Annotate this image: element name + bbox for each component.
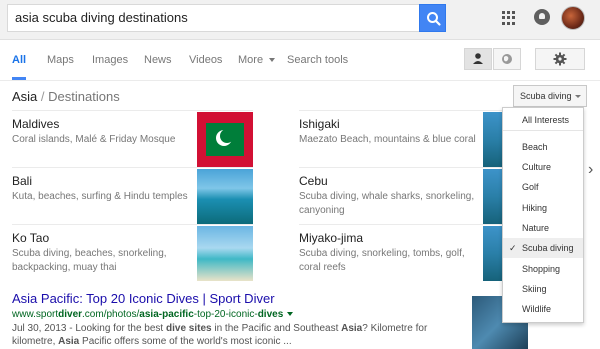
dropdown-item-shopping[interactable]: Shopping xyxy=(503,259,583,279)
miyako-jima-photo xyxy=(483,226,503,281)
cebu-photo xyxy=(483,169,503,224)
dropdown-item-all-interests[interactable]: All Interests xyxy=(503,110,583,130)
destination-name: Maldives xyxy=(12,117,60,131)
tab-more[interactable]: More xyxy=(238,54,276,66)
avatar[interactable] xyxy=(561,6,585,30)
dropdown-item-beach[interactable]: Beach xyxy=(503,137,583,157)
destination-card-bali[interactable]: Bali Kuta, beaches, surfing & Hindu temp… xyxy=(12,167,253,224)
snippet-text: Pacific offers some of the world's most … xyxy=(79,336,292,347)
dropdown-item-culture[interactable]: Culture xyxy=(503,157,583,177)
dropdown-item-golf[interactable]: Golf xyxy=(503,177,583,197)
destination-name: Ishigaki xyxy=(299,117,340,131)
snippet-text: Looking for the best xyxy=(75,323,166,334)
bali-photo xyxy=(197,169,253,224)
breadcrumb: Asia / Destinations xyxy=(12,89,120,104)
dropdown-divider xyxy=(503,130,583,131)
interest-select-value: Scuba diving xyxy=(520,91,572,101)
destination-desc: Scuba diving, whale sharks, snorkeling, … xyxy=(299,191,475,216)
destination-desc: Scuba diving, beaches, snorkeling, backp… xyxy=(12,248,167,273)
tab-news[interactable]: News xyxy=(144,54,172,66)
url-bold: diver xyxy=(58,309,83,320)
destination-desc: Scuba diving, snorkeling, tombs, golf, c… xyxy=(299,248,465,273)
search-icon xyxy=(427,12,441,26)
dropdown-item-scuba-diving[interactable]: ✓ Scuba diving xyxy=(503,238,583,258)
dropdown-item-wildlife[interactable]: Wildlife xyxy=(503,299,583,319)
chevron-right-icon[interactable]: › xyxy=(588,162,600,178)
interest-select[interactable]: Scuba diving xyxy=(513,85,587,107)
tab-videos[interactable]: Videos xyxy=(189,54,222,66)
google-search-page: { "search": {"query": "asia scuba diving… xyxy=(0,0,600,349)
global-results-button[interactable] xyxy=(493,48,521,70)
settings-button[interactable] xyxy=(535,48,585,70)
url-part: www.sport xyxy=(12,309,59,320)
active-tab-indicator xyxy=(12,77,26,80)
breadcrumb-separator: / xyxy=(40,89,45,104)
dropdown-item-hiking[interactable]: Hiking xyxy=(503,198,583,218)
person-icon xyxy=(473,53,483,64)
notifications-icon[interactable] xyxy=(534,9,550,25)
dropdown-item-label: Scuba diving xyxy=(522,243,574,253)
search-button[interactable] xyxy=(419,4,446,32)
checkmark-icon: ✓ xyxy=(509,243,517,253)
result-url: www.sportdiver.com/photos/asia-pacific-t… xyxy=(12,309,294,320)
url-bold: asia-pacific xyxy=(139,309,194,320)
dropdown-item-nature[interactable]: Nature xyxy=(503,218,583,238)
snippet-bold: Asia xyxy=(58,336,80,347)
tab-more-label: More xyxy=(238,54,264,66)
destination-card-ko-tao[interactable]: Ko Tao Scuba diving, beaches, snorkeling… xyxy=(12,224,253,281)
search-input[interactable]: asia scuba diving destinations xyxy=(7,4,419,32)
tab-all[interactable]: All xyxy=(12,54,26,66)
breadcrumb-current: Destinations xyxy=(48,89,120,104)
personal-results-button[interactable] xyxy=(464,48,492,70)
dropdown-item-skiing[interactable]: Skiing xyxy=(503,279,583,299)
destination-name: Bali xyxy=(12,174,33,188)
chevron-down-icon xyxy=(269,58,276,63)
snippet-text: in the Pacific and Southeast xyxy=(211,323,342,334)
destination-desc: Coral islands, Malé & Friday Mosque xyxy=(12,134,176,145)
apps-grid-icon[interactable] xyxy=(502,11,516,25)
snippet-date: Jul 30, 2013 - xyxy=(12,323,76,334)
top-bar: asia scuba diving destinations xyxy=(0,0,600,40)
breadcrumb-root[interactable]: Asia xyxy=(12,89,37,104)
result-title-link[interactable]: Asia Pacific: Top 20 Iconic Dives | Spor… xyxy=(12,291,275,306)
ishigaki-photo xyxy=(483,112,503,167)
chevron-down-icon xyxy=(575,95,581,98)
url-part: -top-20-iconic- xyxy=(193,309,258,320)
destination-desc: Kuta, beaches, surfing & Hindu temples xyxy=(12,191,188,202)
gear-icon xyxy=(553,52,567,66)
destination-name: Cebu xyxy=(299,174,328,188)
tab-maps[interactable]: Maps xyxy=(47,54,74,66)
snippet-bold: Asia xyxy=(341,323,363,334)
tab-images[interactable]: Images xyxy=(92,54,128,66)
ko-tao-photo xyxy=(197,226,253,281)
url-part: .com/photos/ xyxy=(82,309,140,320)
destination-card-maldives[interactable]: Maldives Coral islands, Malé & Friday Mo… xyxy=(12,110,253,167)
destination-name: Miyako-jima xyxy=(299,231,364,245)
interest-dropdown-menu: All Interests Beach Culture Golf Hiking … xyxy=(502,107,584,323)
destination-desc: Maezato Beach, mountains & blue coral xyxy=(299,134,476,145)
url-menu-chevron-icon[interactable] xyxy=(287,312,294,317)
url-bold: dives xyxy=(257,309,284,320)
maldives-flag-image xyxy=(197,112,253,167)
destination-name: Ko Tao xyxy=(12,231,50,245)
result-snippet: Jul 30, 2013 - Looking for the best dive… xyxy=(12,322,452,348)
tab-search-tools[interactable]: Search tools xyxy=(287,54,348,66)
snippet-bold: dive sites xyxy=(166,323,212,334)
globe-icon xyxy=(502,54,512,64)
